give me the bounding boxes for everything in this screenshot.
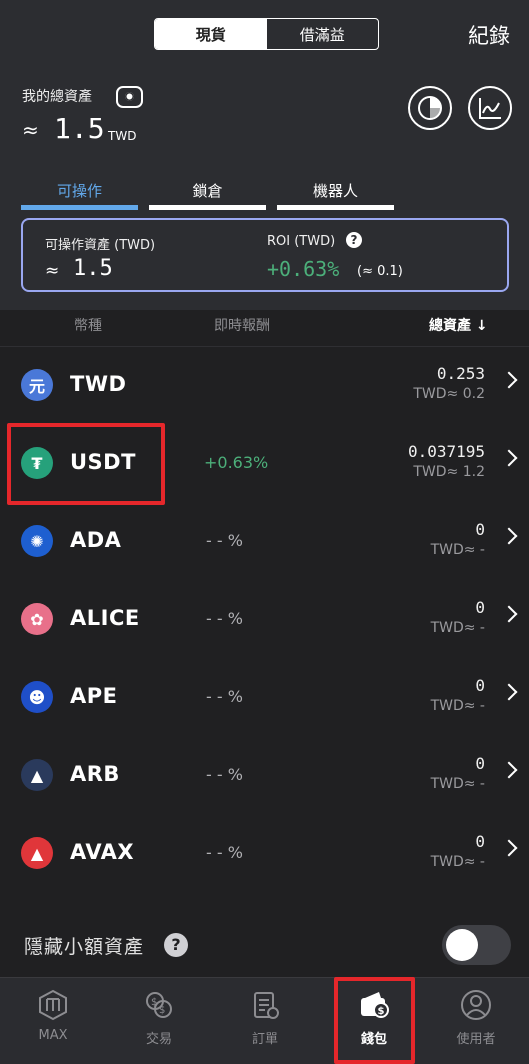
roi-label: ROI (TWD) [267, 234, 336, 249]
tab-available-indicator [21, 205, 138, 210]
total-assets-approx: ≈ [22, 118, 39, 142]
tab-bots[interactable]: 機器人 [277, 180, 394, 210]
nav-user-label: 使用者 [456, 1032, 496, 1047]
total-assets-value: 1.5 [54, 112, 105, 145]
twd-icon: 元 [21, 369, 53, 401]
user-icon [461, 990, 491, 1020]
asset-row-avax[interactable]: ▲ AVAX - - % 0 TWD≈ - [0, 814, 529, 892]
nav-exchange[interactable]: $ $ 交易 [106, 978, 212, 1064]
asset-row-ada[interactable]: ✺ ADA - - % 0 TWD≈ - [0, 502, 529, 580]
chevron-right-icon [500, 683, 518, 701]
asset-change: - - % [206, 687, 243, 706]
asset-twd-value: TWD≈ - [430, 620, 485, 636]
arb-icon: ▲ [21, 759, 53, 791]
nav-user[interactable]: 使用者 [423, 978, 529, 1064]
asset-symbol: ADA [70, 528, 122, 552]
asset-twd-value: TWD≈ - [430, 542, 485, 558]
asset-twd-value: TWD≈ 0.2 [413, 386, 485, 402]
avax-icon: ▲ [21, 837, 53, 869]
asset-amount: 0 [475, 832, 485, 851]
roi-value: +0.63% [267, 257, 340, 281]
line-chart-icon [479, 98, 501, 119]
chevron-right-icon [500, 605, 518, 623]
chevron-right-icon [500, 839, 518, 857]
asset-amount: 0 [475, 676, 485, 695]
asset-row-alice[interactable]: ✿ ALICE - - % 0 TWD≈ - [0, 580, 529, 658]
available-assets-value: 1.5 [73, 256, 113, 281]
column-total-assets[interactable]: 總資產 ↓ [429, 315, 488, 335]
wallet-highlight-box [334, 977, 415, 1064]
records-link[interactable]: 紀錄 [468, 20, 510, 50]
hide-small-assets-label: 隱藏小額資產 [24, 936, 145, 958]
segment-margin[interactable]: 借滿益 [267, 19, 379, 49]
asset-amount: 0 [475, 598, 485, 617]
usdt-highlight-box [7, 423, 165, 505]
asset-row-twd[interactable]: 元 TWD 0.253 TWD≈ 0.2 [0, 346, 529, 424]
asset-change: - - % [206, 843, 243, 862]
pie-chart-icon [418, 96, 442, 120]
nav-max[interactable]: MAX [0, 978, 106, 1064]
asset-twd-value: TWD≈ - [430, 776, 485, 792]
asset-twd-value: TWD≈ - [430, 698, 485, 714]
hide-small-assets-toggle[interactable] [442, 925, 511, 965]
roi-help-icon[interactable]: ? [346, 232, 362, 248]
asset-change: +0.63% [204, 453, 269, 472]
tab-bots-indicator [277, 205, 394, 210]
available-assets-card: 可操作資產 (TWD) ≈ 1.5 ROI (TWD) ? +0.63% (≈ … [21, 218, 509, 292]
alice-icon: ✿ [21, 603, 53, 635]
tab-locked[interactable]: 鎖倉 [149, 180, 266, 210]
ape-icon: ☻ [21, 681, 53, 713]
asset-row-arb[interactable]: ▲ ARB - - % 0 TWD≈ - [0, 736, 529, 814]
asset-twd-value: TWD≈ - [430, 854, 485, 870]
svg-text:$: $ [159, 1005, 165, 1016]
asset-row-ape[interactable]: ☻ APE - - % 0 TWD≈ - [0, 658, 529, 736]
chevron-right-icon [500, 371, 518, 389]
asset-amount: 0.037195 [407, 442, 485, 461]
tab-locked-indicator [149, 205, 266, 210]
available-assets-label: 可操作資產 (TWD) [45, 238, 156, 253]
line-chart-button[interactable] [468, 86, 512, 130]
asset-change: - - % [206, 765, 243, 784]
tab-available[interactable]: 可操作 [21, 180, 138, 210]
pie-chart-button[interactable] [408, 86, 452, 130]
orders-icon [254, 992, 279, 1019]
asset-amount: 0 [475, 520, 485, 539]
asset-twd-value: TWD≈ 1.2 [413, 464, 485, 480]
total-assets-label: 我的總資產 [22, 89, 92, 105]
asset-change: - - % [206, 531, 243, 550]
asset-symbol: ARB [70, 762, 120, 786]
nav-max-label: MAX [38, 1028, 68, 1043]
chevron-right-icon [500, 449, 518, 467]
exchange-icon: $ $ [146, 992, 172, 1018]
tab-bots-label: 機器人 [312, 182, 358, 200]
asset-symbol: TWD [70, 372, 127, 396]
nav-orders-label: 訂單 [251, 1032, 278, 1047]
tab-locked-label: 鎖倉 [192, 182, 223, 200]
column-pnl[interactable]: 即時報酬 [214, 315, 270, 335]
chevron-right-icon [500, 527, 518, 545]
segment-spot[interactable]: 現貨 [155, 19, 267, 49]
asset-symbol: ALICE [70, 606, 140, 630]
eye-icon[interactable] [116, 86, 143, 108]
column-currency[interactable]: 幣種 [74, 315, 102, 335]
ada-icon: ✺ [21, 525, 53, 557]
asset-amount: 0 [475, 754, 485, 773]
roi-sub-value: (≈ 0.1) [357, 264, 403, 279]
bottom-nav: MAX $ $ 交易 訂單 $ 錢包 使用者 [0, 977, 529, 1064]
max-logo-icon [39, 989, 67, 1021]
nav-exchange-label: 交易 [145, 1032, 172, 1047]
svg-text:$: $ [151, 997, 157, 1008]
asset-symbol: AVAX [70, 840, 135, 864]
total-assets-unit: TWD [108, 129, 137, 143]
tab-available-label: 可操作 [56, 182, 102, 200]
asset-change: - - % [206, 609, 243, 628]
hide-small-help-icon[interactable]: ? [164, 933, 188, 957]
market-segment-control: 現貨 借滿益 [154, 18, 379, 50]
asset-symbol: APE [70, 684, 118, 708]
nav-orders[interactable]: 訂單 [212, 978, 318, 1064]
available-assets-approx: ≈ [45, 261, 60, 281]
chevron-right-icon [500, 761, 518, 779]
asset-amount: 0.253 [436, 364, 485, 383]
hide-small-assets-bar: 隱藏小額資產 ? [0, 915, 529, 977]
